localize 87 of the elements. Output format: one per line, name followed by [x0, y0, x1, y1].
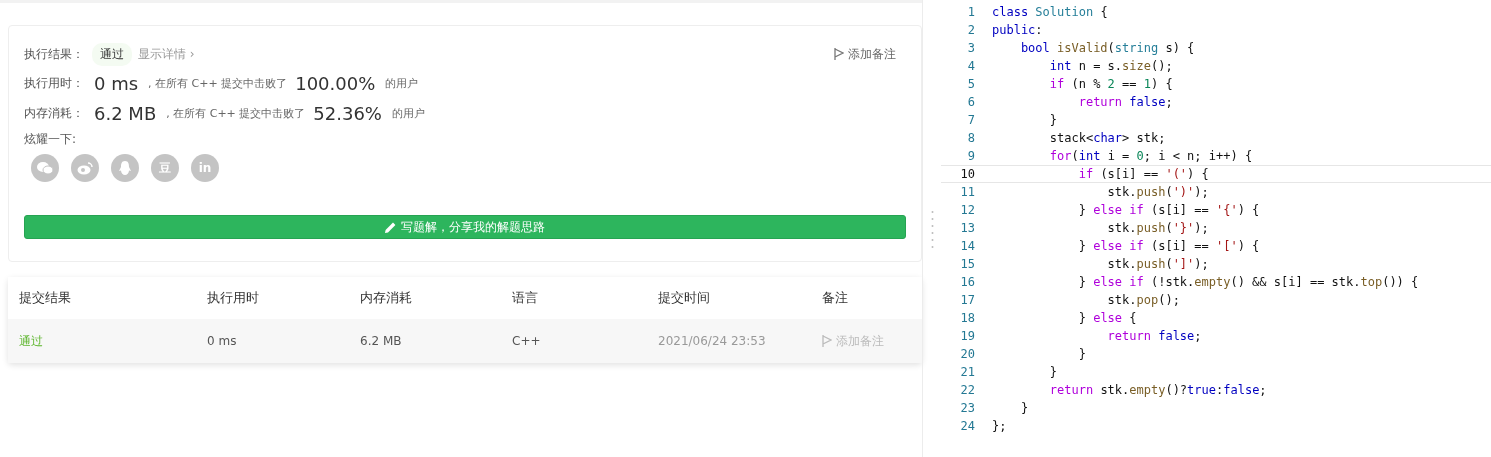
code-line: return false; [1106, 329, 1202, 343]
code-line: stk.push('}'); [1106, 221, 1209, 235]
line-number: 24 [959, 419, 975, 433]
chat-bubbles-icon [37, 161, 53, 175]
code-line: stack<char> stk; [1048, 131, 1166, 145]
line-number: 11 [959, 185, 975, 199]
code-line: stk.pop(); [1106, 293, 1180, 307]
code-line: stk.push(']'); [1106, 257, 1209, 271]
code-line: } else if (!stk.empty() && s[i] == stk.top()) { [1077, 275, 1419, 289]
line-number: 23 [959, 401, 975, 415]
code-line: int n = s.size(); [1048, 59, 1173, 73]
line-number: 18 [959, 311, 975, 325]
share-label: 炫耀一下: [24, 130, 77, 148]
column-header: 提交结果 [19, 289, 72, 307]
code-line: } else if (s[i] == '[') { [1077, 239, 1260, 253]
line-number: 10 [959, 167, 975, 181]
column-header: 内存消耗 [360, 289, 413, 307]
code-line: } [1048, 365, 1058, 379]
share-button[interactable] [31, 154, 59, 182]
write-solution-button[interactable]: 写题解，分享我的解题思路 [24, 215, 906, 239]
column-header: 提交时间 [658, 289, 711, 307]
code-line: } [1077, 347, 1086, 361]
line-number: 7 [966, 113, 975, 127]
stat-label: 内存消耗： [24, 104, 84, 122]
table-cell-text: C++ [512, 334, 542, 348]
stat-percent: 100.00% [295, 72, 376, 94]
code-line: for(int i = 0; i < n; i++) { [1048, 149, 1253, 163]
code-line: }; [992, 419, 1007, 433]
line-number: 16 [959, 275, 975, 289]
column-header: 执行用时 [207, 289, 260, 307]
add-note-button[interactable]: 添加备注 [834, 45, 906, 63]
line-number: 21 [959, 365, 975, 379]
details-link[interactable]: 显示详情 › [138, 45, 195, 63]
result-label: 执行结果： [24, 45, 84, 63]
code-line: if (n % 2 == 1) { [1048, 77, 1173, 91]
resize-handle-icon[interactable] [930, 208, 934, 249]
line-number: 9 [966, 149, 975, 163]
stat-text: , 在所有 C++ 提交中击败了 [166, 105, 306, 121]
line-number: 13 [959, 221, 975, 235]
code-line: return false; [1077, 95, 1173, 109]
share-button[interactable]: 豆 [151, 154, 179, 182]
stat-value: 0 ms [94, 72, 139, 94]
line-number: 15 [959, 257, 975, 271]
share-button[interactable]: in [191, 154, 219, 182]
stat-value: 6.2 MB [94, 102, 157, 124]
code-line: } else { [1077, 311, 1137, 325]
line-number: 1 [966, 5, 975, 19]
code-line: } [1019, 401, 1029, 415]
stat-text: , 在所有 C++ 提交中击败了 [148, 75, 288, 91]
line-number: 14 [959, 239, 975, 253]
table-cell-text: 6.2 MB [360, 334, 403, 348]
line-number: 6 [966, 95, 975, 109]
line-number: 5 [966, 77, 975, 91]
line-number: 17 [959, 293, 975, 307]
code-line: public: [992, 23, 1043, 37]
stat-suffix: 的用户 [392, 105, 425, 121]
line-number: 4 [966, 59, 975, 73]
line-number: 3 [966, 41, 975, 55]
line-number: 20 [959, 347, 975, 361]
flag-icon [822, 335, 832, 347]
eye-swirl-icon [77, 161, 93, 175]
code-line: } else if (s[i] == '{') { [1077, 203, 1260, 217]
line-number: 8 [966, 131, 975, 145]
stat-percent: 52.36% [313, 102, 382, 124]
code-line: if (s[i] == '(') { [1077, 167, 1209, 181]
code-line: class Solution { [992, 5, 1108, 19]
column-header: 备注 [822, 289, 849, 307]
code-line: stk.push(')'); [1106, 185, 1209, 199]
line-number: 2 [966, 23, 975, 37]
share-button[interactable] [71, 154, 99, 182]
column-header: 语言 [512, 289, 539, 307]
line-number: 12 [959, 203, 975, 217]
table-cell-text: 0 ms [207, 334, 238, 348]
stat-suffix: 的用户 [385, 75, 419, 91]
table-cell-text: 2021/06/24 23:53 [658, 334, 767, 348]
code-line: return stk.empty()?true:false; [1048, 383, 1267, 397]
share-button[interactable] [111, 154, 139, 182]
stat-label: 执行用时： [24, 74, 84, 92]
line-number: 19 [959, 329, 975, 343]
pencil-icon [385, 221, 396, 233]
line-number: 22 [959, 383, 975, 397]
code-line: bool isValid(string s) { [1019, 41, 1195, 55]
status-cell-text: 通过 [19, 332, 44, 350]
flag-icon [834, 48, 844, 60]
code-line: } [1048, 113, 1058, 127]
penguin-icon [119, 160, 131, 176]
status-badge: 通过 [92, 42, 132, 66]
